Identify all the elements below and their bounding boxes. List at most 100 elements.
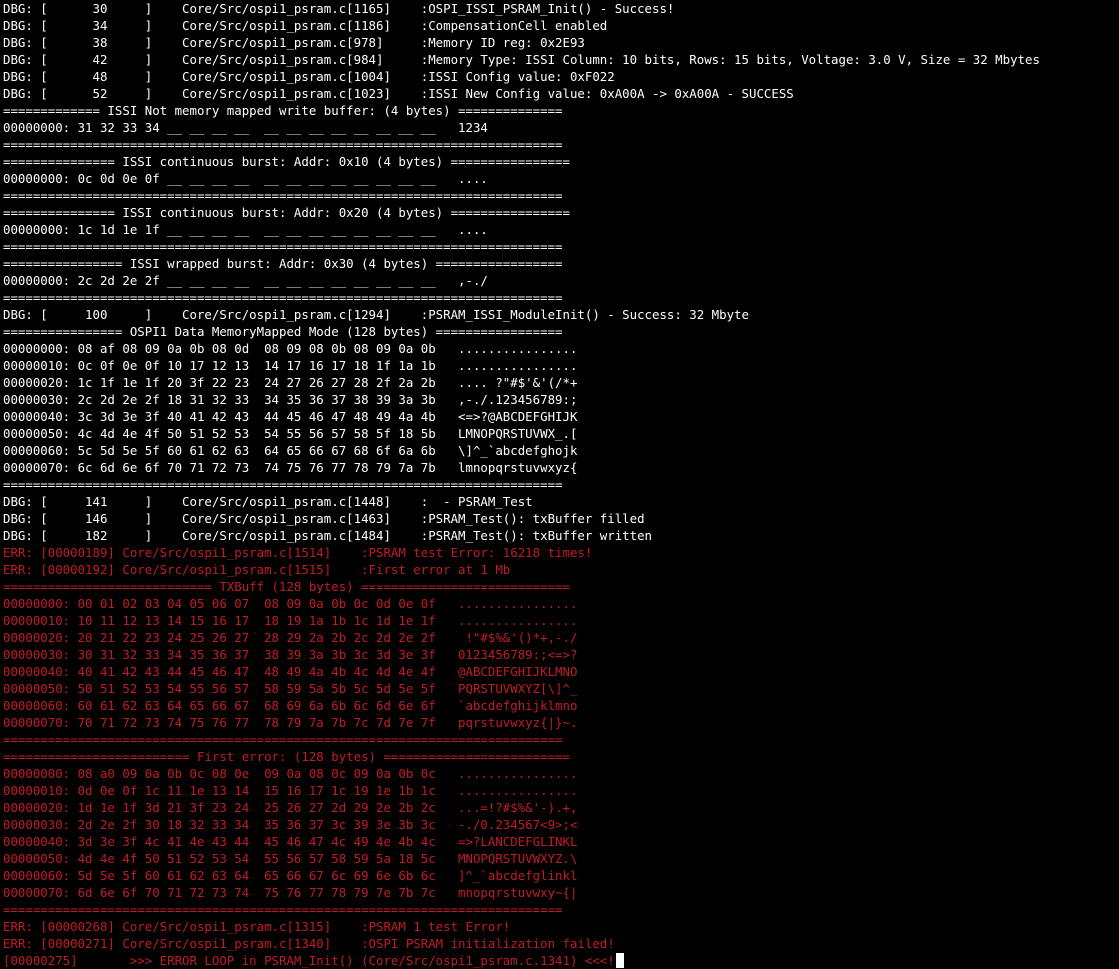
terminal-line-error: 00000050: 50 51 52 53 54 55 56 57 58 59 …	[3, 680, 1119, 697]
terminal-line-error: 00000060: 60 61 62 63 64 65 66 67 68 69 …	[3, 697, 1119, 714]
terminal-line-error: ============================ TXBuff (128…	[3, 578, 1119, 595]
terminal-line-text: 00000020: 1d 1e 1f 3d 21 3f 23 24 25 26 …	[3, 800, 578, 815]
terminal-line: DBG: [ 34 ] Core/Src/ospi1_psram.c[1186]…	[3, 17, 1119, 34]
terminal-line-text: ========================================…	[3, 239, 563, 254]
terminal-line-text: 00000060: 5d 5e 5f 60 61 62 63 64 65 66 …	[3, 868, 578, 883]
terminal-line-text: 00000050: 50 51 52 53 54 55 56 57 58 59 …	[3, 681, 578, 696]
terminal-line-error: 00000020: 20 21 22 23 24 25 26 27 28 29 …	[3, 629, 1119, 646]
terminal-line: ================ ISSI wrapped burst: Add…	[3, 255, 1119, 272]
terminal-line-text: 00000020: 20 21 22 23 24 25 26 27 28 29 …	[3, 630, 578, 645]
terminal-line-error: ========================= First error: (…	[3, 748, 1119, 765]
terminal-line-error: 00000040: 40 41 42 43 44 45 46 47 48 49 …	[3, 663, 1119, 680]
terminal-line-error: 00000060: 5d 5e 5f 60 61 62 63 64 65 66 …	[3, 867, 1119, 884]
terminal-line-error: 00000020: 1d 1e 1f 3d 21 3f 23 24 25 26 …	[3, 799, 1119, 816]
terminal-line-text: 00000040: 40 41 42 43 44 45 46 47 48 49 …	[3, 664, 578, 679]
terminal-line-text: 00000070: 6d 6e 6f 70 71 72 73 74 75 76 …	[3, 885, 578, 900]
terminal-line-text: DBG: [ 100 ] Core/Src/ospi1_psram.c[1294…	[3, 307, 749, 322]
terminal-line-text: ========================================…	[3, 188, 563, 203]
terminal-line-text: 00000000: 1c 1d 1e 1f __ __ __ __ __ __ …	[3, 222, 488, 237]
terminal-line-text: 00000000: 08 a0 09 0a 0b 0c 08 0e 09 0a …	[3, 766, 578, 781]
terminal-line-text: ========================================…	[3, 732, 563, 747]
terminal-line-error: 00000030: 2d 2e 2f 30 18 32 33 34 35 36 …	[3, 816, 1119, 833]
terminal-line-text: ================ OSPI1 Data MemoryMapped…	[3, 324, 563, 339]
terminal-line-text: 00000040: 3d 3e 3f 4c 41 4e 43 44 45 46 …	[3, 834, 578, 849]
terminal-line-error: 00000010: 10 11 12 13 14 15 16 17 18 19 …	[3, 612, 1119, 629]
terminal-line: DBG: [ 100 ] Core/Src/ospi1_psram.c[1294…	[3, 306, 1119, 323]
terminal-line: 00000020: 1c 1f 1e 1f 20 3f 22 23 24 27 …	[3, 374, 1119, 391]
terminal-line-text: ========================================…	[3, 477, 563, 492]
terminal-line-error: 00000070: 6d 6e 6f 70 71 72 73 74 75 76 …	[3, 884, 1119, 901]
terminal-line-text: [00000275] >>> ERROR LOOP in PSRAM_Init(…	[3, 953, 615, 968]
terminal-line-text: DBG: [ 141 ] Core/Src/ospi1_psram.c[1448…	[3, 494, 533, 509]
terminal-line: =============== ISSI continuous burst: A…	[3, 153, 1119, 170]
terminal-line-error: ERR: [00000189] Core/Src/ospi1_psram.c[1…	[3, 544, 1119, 561]
terminal-line: 00000050: 4c 4d 4e 4f 50 51 52 53 54 55 …	[3, 425, 1119, 442]
terminal-line-error: 00000070: 70 71 72 73 74 75 76 77 78 79 …	[3, 714, 1119, 731]
terminal-line-text: 00000030: 2c 2d 2e 2f 18 31 32 33 34 35 …	[3, 392, 578, 407]
terminal-line-text: DBG: [ 38 ] Core/Src/ospi1_psram.c[978] …	[3, 35, 585, 50]
terminal-line: DBG: [ 48 ] Core/Src/ospi1_psram.c[1004]…	[3, 68, 1119, 85]
terminal-line-error: 00000000: 00 01 02 03 04 05 06 07 08 09 …	[3, 595, 1119, 612]
terminal-line-text: ========================= First error: (…	[3, 749, 570, 764]
terminal-line-text: 00000040: 3c 3d 3e 3f 40 41 42 43 44 45 …	[3, 409, 578, 424]
terminal-line: 00000030: 2c 2d 2e 2f 18 31 32 33 34 35 …	[3, 391, 1119, 408]
terminal-line-text: ========================================…	[3, 902, 563, 917]
terminal-line-error: ERR: [00000271] Core/Src/ospi1_psram.c[1…	[3, 935, 1119, 952]
terminal-line-text: ERR: [00000271] Core/Src/ospi1_psram.c[1…	[3, 936, 615, 951]
terminal-line-text: DBG: [ 182 ] Core/Src/ospi1_psram.c[1484…	[3, 528, 653, 543]
terminal-line-error: 00000030: 30 31 32 33 34 35 36 37 38 39 …	[3, 646, 1119, 663]
terminal-line-text: ========================================…	[3, 137, 563, 152]
terminal-line-error: 00000010: 0d 0e 0f 1c 11 1e 13 14 15 16 …	[3, 782, 1119, 799]
terminal-line: ============= ISSI Not memory mapped wri…	[3, 102, 1119, 119]
terminal-line-text: DBG: [ 30 ] Core/Src/ospi1_psram.c[1165]…	[3, 1, 675, 16]
terminal-line: =============== ISSI continuous burst: A…	[3, 204, 1119, 221]
terminal-cursor	[615, 953, 624, 968]
terminal-line: ========================================…	[3, 238, 1119, 255]
terminal-line-text: 00000010: 0d 0e 0f 1c 11 1e 13 14 15 16 …	[3, 783, 578, 798]
terminal-line: DBG: [ 141 ] Core/Src/ospi1_psram.c[1448…	[3, 493, 1119, 510]
terminal-line: DBG: [ 38 ] Core/Src/ospi1_psram.c[978] …	[3, 34, 1119, 51]
terminal-line: DBG: [ 146 ] Core/Src/ospi1_psram.c[1463…	[3, 510, 1119, 527]
terminal-line-text: DBG: [ 34 ] Core/Src/ospi1_psram.c[1186]…	[3, 18, 608, 33]
terminal-line-text: =============== ISSI continuous burst: A…	[3, 154, 570, 169]
terminal-line: 00000060: 5c 5d 5e 5f 60 61 62 63 64 65 …	[3, 442, 1119, 459]
terminal-line-text: 00000060: 5c 5d 5e 5f 60 61 62 63 64 65 …	[3, 443, 578, 458]
terminal-line-text: DBG: [ 42 ] Core/Src/ospi1_psram.c[984] …	[3, 52, 1040, 67]
terminal-line-text: ============================ TXBuff (128…	[3, 579, 570, 594]
terminal-line-text: DBG: [ 52 ] Core/Src/ospi1_psram.c[1023]…	[3, 86, 794, 101]
terminal-output[interactable]: DBG: [ 30 ] Core/Src/ospi1_psram.c[1165]…	[0, 0, 1119, 969]
terminal-line-text: 00000060: 60 61 62 63 64 65 66 67 68 69 …	[3, 698, 578, 713]
terminal-line-error: 00000050: 4d 4e 4f 50 51 52 53 54 55 56 …	[3, 850, 1119, 867]
terminal-line-error: ========================================…	[3, 901, 1119, 918]
terminal-line: 00000040: 3c 3d 3e 3f 40 41 42 43 44 45 …	[3, 408, 1119, 425]
terminal-line: ========================================…	[3, 187, 1119, 204]
terminal-line: 00000000: 0c 0d 0e 0f __ __ __ __ __ __ …	[3, 170, 1119, 187]
terminal-line-text: 00000020: 1c 1f 1e 1f 20 3f 22 23 24 27 …	[3, 375, 578, 390]
terminal-line: ========================================…	[3, 289, 1119, 306]
terminal-line: DBG: [ 42 ] Core/Src/ospi1_psram.c[984] …	[3, 51, 1119, 68]
terminal-line-error: 00000040: 3d 3e 3f 4c 41 4e 43 44 45 46 …	[3, 833, 1119, 850]
terminal-line-error: ========================================…	[3, 731, 1119, 748]
terminal-line-text: 00000030: 2d 2e 2f 30 18 32 33 34 35 36 …	[3, 817, 578, 832]
terminal-line: 00000070: 6c 6d 6e 6f 70 71 72 73 74 75 …	[3, 459, 1119, 476]
terminal-line-error: ERR: [00000192] Core/Src/ospi1_psram.c[1…	[3, 561, 1119, 578]
terminal-line-error: ERR: [00000268] Core/Src/ospi1_psram.c[1…	[3, 918, 1119, 935]
terminal-line: DBG: [ 30 ] Core/Src/ospi1_psram.c[1165]…	[3, 0, 1119, 17]
terminal-line-text: 00000070: 6c 6d 6e 6f 70 71 72 73 74 75 …	[3, 460, 578, 475]
terminal-line: ========================================…	[3, 136, 1119, 153]
terminal-line-text: ERR: [00000189] Core/Src/ospi1_psram.c[1…	[3, 545, 593, 560]
terminal-line: 00000000: 08 af 08 09 0a 0b 08 0d 08 09 …	[3, 340, 1119, 357]
terminal-line: ================ OSPI1 Data MemoryMapped…	[3, 323, 1119, 340]
terminal-line: ========================================…	[3, 476, 1119, 493]
terminal-line-text: DBG: [ 146 ] Core/Src/ospi1_psram.c[1463…	[3, 511, 645, 526]
terminal-line-text: 00000010: 0c 0f 0e 0f 10 17 12 13 14 17 …	[3, 358, 578, 373]
terminal-line: 00000010: 0c 0f 0e 0f 10 17 12 13 14 17 …	[3, 357, 1119, 374]
terminal-line-text: 00000000: 08 af 08 09 0a 0b 08 0d 08 09 …	[3, 341, 578, 356]
terminal-line: DBG: [ 182 ] Core/Src/ospi1_psram.c[1484…	[3, 527, 1119, 544]
terminal-line-text: ================ ISSI wrapped burst: Add…	[3, 256, 563, 271]
terminal-line-text: 00000010: 10 11 12 13 14 15 16 17 18 19 …	[3, 613, 578, 628]
terminal-line-text: ============= ISSI Not memory mapped wri…	[3, 103, 563, 118]
terminal-line-text: 00000050: 4d 4e 4f 50 51 52 53 54 55 56 …	[3, 851, 578, 866]
terminal-line-text: 00000000: 00 01 02 03 04 05 06 07 08 09 …	[3, 596, 578, 611]
terminal-line-text: 00000070: 70 71 72 73 74 75 76 77 78 79 …	[3, 715, 578, 730]
